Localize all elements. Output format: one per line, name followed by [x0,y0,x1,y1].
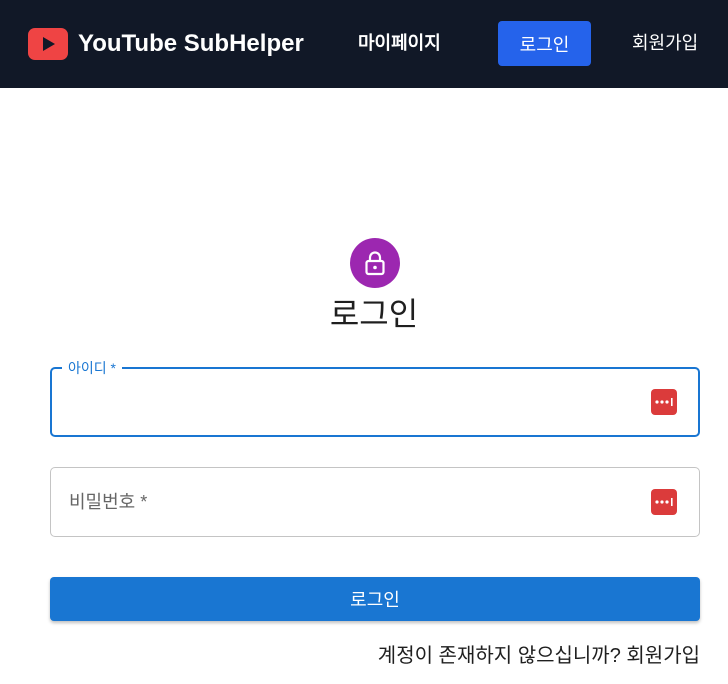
youtube-play-icon [28,28,68,60]
password-input[interactable] [67,482,631,524]
page-title: 로그인 [329,296,419,332]
lock-icon [365,251,385,276]
password-field[interactable]: 비밀번호 * [50,467,700,537]
dots-icon [655,498,673,506]
brand[interactable]: YouTube SubHelper [28,27,304,61]
nav-mypage-link[interactable]: 마이페이지 [358,30,441,56]
password-manager-icon[interactable] [651,389,677,415]
id-field[interactable]: 아이디 * [50,359,700,437]
login-submit-button[interactable]: 로그인 [50,577,700,621]
top-navbar: YouTube SubHelper 마이페이지 로그인 회원가입 [0,0,728,88]
id-input[interactable] [68,383,632,425]
password-manager-icon[interactable] [651,489,677,515]
lock-avatar [350,238,400,288]
id-field-label: 아이디 * [62,359,122,377]
brand-name: YouTube SubHelper [78,30,304,57]
dots-icon [655,398,673,406]
nav-login-button[interactable]: 로그인 [498,21,591,66]
nav-signup-link[interactable]: 회원가입 [632,30,698,56]
signup-link[interactable]: 계정이 존재하지 않으십니까? 회원가입 [378,642,700,670]
